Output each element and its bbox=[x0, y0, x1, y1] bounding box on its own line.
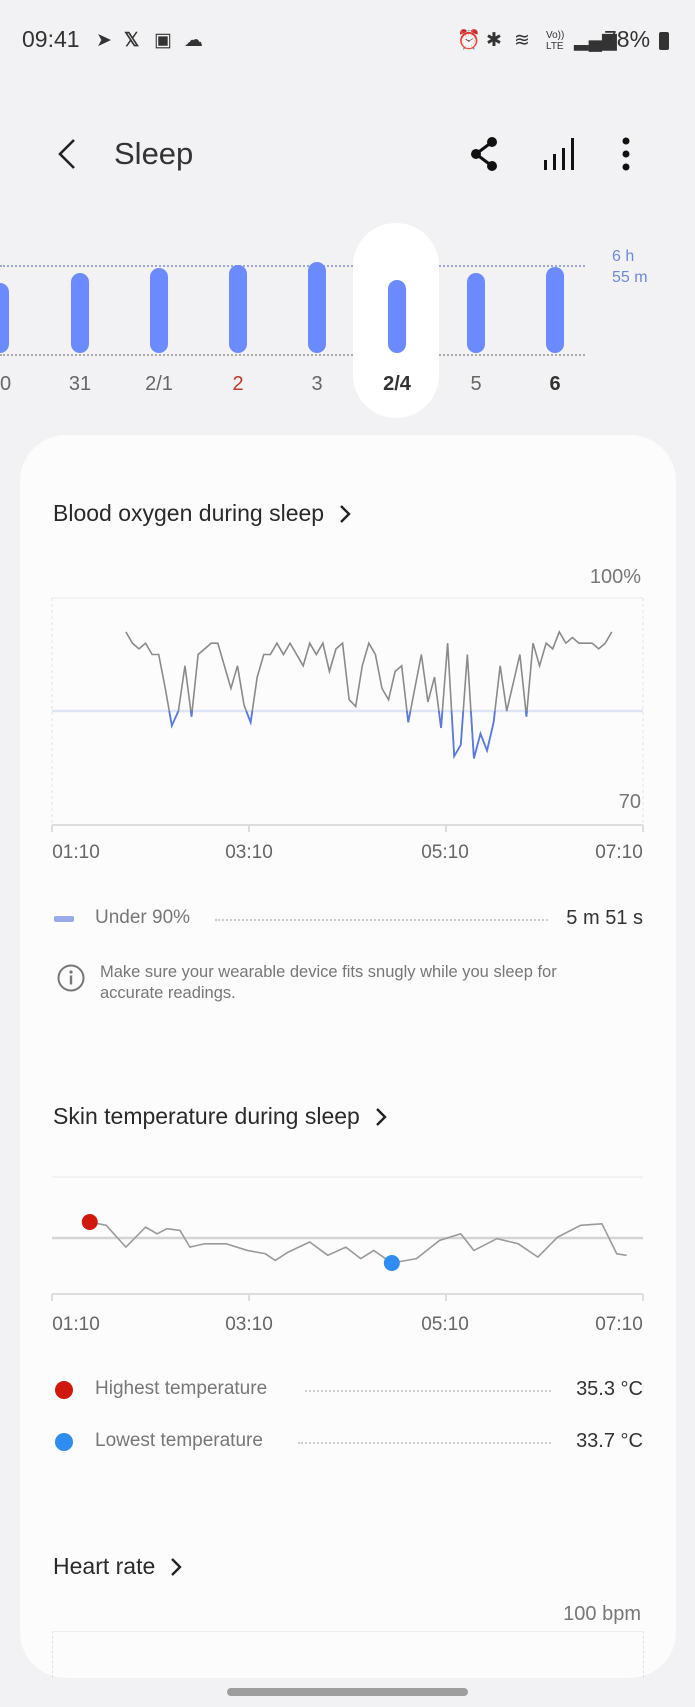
battery-text: 78% bbox=[604, 26, 651, 52]
battery-icon bbox=[659, 32, 669, 50]
reference-line-top bbox=[0, 265, 585, 267]
telegram-icon: ➤ bbox=[96, 30, 112, 51]
sleep-bar-6[interactable] bbox=[546, 266, 564, 353]
skin-temperature-title: Skin temperature during sleep bbox=[53, 1103, 360, 1129]
more-icon bbox=[622, 137, 630, 171]
y-label-top: 100% bbox=[589, 566, 641, 588]
highest-temp-dot-icon bbox=[55, 1381, 73, 1399]
x-tick-label: 03:10 bbox=[225, 1314, 273, 1335]
reference-line-bottom bbox=[0, 354, 585, 356]
highest-temp-value: 35.3 °C bbox=[576, 1378, 643, 1400]
chevron-right-icon bbox=[375, 1107, 387, 1126]
date-label[interactable]: 5 bbox=[470, 373, 481, 396]
dotted-leader bbox=[298, 1442, 551, 1444]
lowest-temp-label: Lowest temperature bbox=[95, 1430, 263, 1451]
share-icon bbox=[471, 137, 497, 171]
gallery-icon: ▣ bbox=[154, 30, 172, 51]
sleep-details-card bbox=[20, 435, 676, 1678]
heart-rate-link[interactable]: Heart rate bbox=[53, 1553, 183, 1580]
under-90-legend-swatch bbox=[54, 916, 74, 922]
chevron-right-icon bbox=[340, 504, 351, 523]
info-icon bbox=[57, 964, 85, 992]
x-icon: 𝕏 bbox=[124, 30, 140, 51]
page-title: Sleep bbox=[114, 136, 194, 171]
sleep-bar-2/1[interactable] bbox=[150, 267, 168, 353]
x-tick-label: 05:10 bbox=[421, 842, 469, 863]
date-label[interactable]: 30 bbox=[0, 373, 11, 396]
date-label[interactable]: 2/4 bbox=[383, 373, 411, 396]
date-label[interactable]: 2/1 bbox=[145, 373, 173, 396]
sleep-bar-5[interactable] bbox=[467, 272, 485, 353]
cloud-icon: ☁ bbox=[184, 30, 203, 51]
home-indicator[interactable] bbox=[227, 1688, 468, 1696]
dotted-leader bbox=[305, 1390, 551, 1392]
reference-label-hours: 6 h bbox=[612, 248, 635, 265]
lowest-temp-dot-icon bbox=[55, 1433, 73, 1451]
date-label[interactable]: 31 bbox=[69, 373, 91, 396]
share-button[interactable] bbox=[466, 134, 502, 174]
sleep-bar-2[interactable] bbox=[229, 265, 247, 353]
back-button[interactable] bbox=[50, 134, 86, 174]
heart-rate-chart bbox=[52, 1631, 644, 1678]
blood-oxygen-title: Blood oxygen during sleep bbox=[53, 500, 325, 526]
x-tick-label: 01:10 bbox=[52, 1314, 100, 1335]
alarm-icon: ⏰ bbox=[457, 30, 481, 51]
stats-icon bbox=[544, 138, 574, 170]
more-options-button[interactable] bbox=[608, 134, 644, 174]
sleep-bar-30[interactable] bbox=[0, 282, 9, 353]
wifi-icon: ≋ bbox=[514, 30, 530, 51]
stats-button[interactable] bbox=[540, 134, 576, 174]
status-time: 09:41 bbox=[22, 26, 80, 52]
under-90-label: Under 90% bbox=[95, 907, 191, 928]
sleep-bar-2/4[interactable] bbox=[388, 279, 406, 353]
x-tick-label: 01:10 bbox=[52, 842, 100, 863]
reference-label: 6 h 55 m bbox=[612, 246, 648, 288]
info-text: Make sure your wearable device fits snug… bbox=[100, 963, 557, 1002]
bluetooth-icon: ✱ bbox=[486, 30, 502, 51]
heart-rate-title: Heart rate bbox=[53, 1553, 156, 1579]
date-label[interactable]: 3 bbox=[311, 373, 322, 396]
lowest-temp-value: 33.7 °C bbox=[576, 1430, 643, 1452]
sleep-bar-31[interactable] bbox=[71, 272, 89, 353]
chevron-left-icon bbox=[58, 139, 75, 169]
date-label[interactable]: 2 bbox=[232, 373, 243, 396]
x-tick-label: 03:10 bbox=[225, 842, 273, 863]
highest-temp-label: Highest temperature bbox=[95, 1378, 268, 1399]
x-tick-label: 07:10 bbox=[595, 842, 643, 863]
x-tick-label: 07:10 bbox=[595, 1314, 643, 1335]
under-90-value: 5 m 51 s bbox=[566, 907, 643, 929]
volte-icon: Vo)) LTE bbox=[546, 30, 565, 52]
x-tick-label: 05:10 bbox=[421, 1314, 469, 1335]
chevron-right-icon bbox=[171, 1557, 182, 1576]
blood-oxygen-link[interactable]: Blood oxygen during sleep bbox=[53, 500, 352, 527]
y-label-bottom: 70 bbox=[618, 791, 641, 813]
sleep-bar-3[interactable] bbox=[308, 262, 326, 353]
reference-label-minutes: 55 m bbox=[612, 269, 648, 286]
dotted-leader bbox=[215, 919, 548, 921]
skin-temperature-link[interactable]: Skin temperature during sleep bbox=[53, 1103, 388, 1130]
date-label[interactable]: 6 bbox=[549, 373, 560, 396]
heart-rate-y-max: 100 bpm bbox=[563, 1603, 641, 1625]
